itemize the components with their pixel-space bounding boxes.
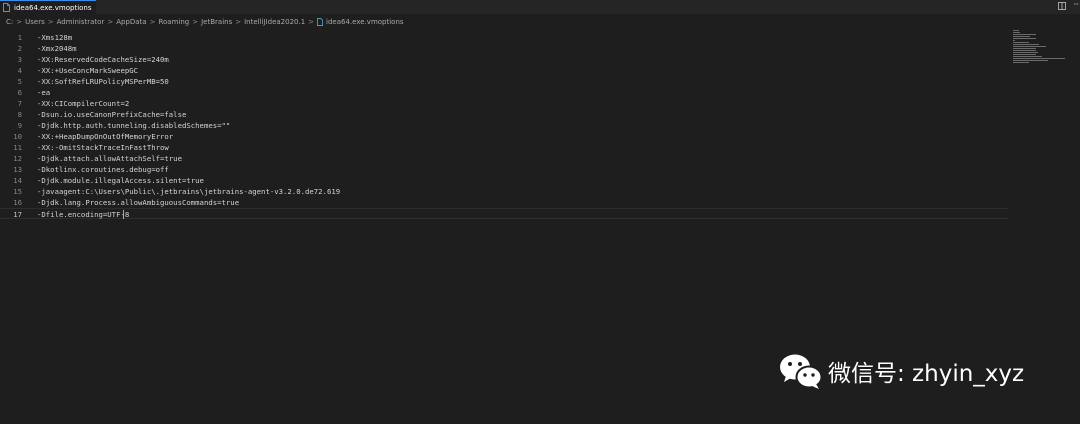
line-number: 11	[13, 143, 22, 152]
text-cursor	[123, 210, 124, 219]
line-text: -javaagent:C:\Users\Public\.jetbrains\je…	[37, 187, 341, 196]
line-text: -Xmx2048m	[37, 44, 77, 53]
breadcrumb-item[interactable]: Roaming	[158, 18, 189, 26]
split-editor-icon[interactable]	[1058, 2, 1066, 10]
minimap-line	[1013, 58, 1065, 59]
line-text: -Djdk.module.illegalAccess.silent=true	[37, 176, 204, 185]
code-line[interactable]: 12 -Djdk.attach.allowAttachSelf=true	[0, 153, 1008, 164]
minimap[interactable]	[1010, 28, 1070, 88]
file-icon	[3, 3, 10, 12]
code-line[interactable]: 6 -ea	[0, 87, 1008, 98]
breadcrumb-item[interactable]: Users	[25, 18, 45, 26]
line-number: 7	[17, 99, 22, 108]
line-text: -XX:ReservedCodeCacheSize=240m	[37, 55, 169, 64]
line-text: -ea	[37, 88, 51, 97]
code-line[interactable]: 3 -XX:ReservedCodeCacheSize=240m	[0, 54, 1008, 65]
watermark: 微信号: zhyin_xyz	[778, 351, 1024, 391]
minimap-line	[1013, 54, 1036, 55]
breadcrumb-separator: >	[192, 18, 199, 26]
breadcrumb-separator: >	[308, 18, 315, 26]
minimap-line	[1013, 44, 1039, 45]
line-number: 12	[13, 154, 22, 163]
code-line[interactable]: 7 -XX:CICompilerCount=2	[0, 98, 1008, 109]
line-text: -Djdk.http.auth.tunneling.disabledScheme…	[37, 121, 231, 130]
line-number: 1	[17, 33, 22, 42]
minimap-line	[1013, 46, 1046, 47]
file-icon	[317, 18, 323, 26]
line-number: 9	[17, 121, 22, 130]
line-number: 5	[17, 77, 22, 86]
minimap-line	[1013, 60, 1048, 61]
minimap-line	[1013, 36, 1031, 37]
code-line[interactable]: 13 -Dkotlinx.coroutines.debug=off	[0, 164, 1008, 175]
line-number: 4	[17, 66, 22, 75]
minimap-line	[1013, 62, 1029, 63]
code-line[interactable]: 2 -Xmx2048m	[0, 43, 1008, 54]
breadcrumb-separator: >	[47, 18, 54, 26]
breadcrumb-item[interactable]: AppData	[116, 18, 146, 26]
code-line[interactable]: 5 -XX:SoftRefLRUPolicyMSPerMB=50	[0, 76, 1008, 87]
minimap-line	[1013, 38, 1036, 39]
breadcrumb-item[interactable]: JetBrains	[201, 18, 232, 26]
breadcrumb-item-file[interactable]: idea64.exe.vmoptions	[326, 18, 404, 26]
line-text: -XX:-OmitStackTraceInFastThrow	[37, 143, 169, 152]
code-line[interactable]: 15 -javaagent:C:\Users\Public\.jetbrains\…	[0, 186, 1008, 197]
breadcrumb-item[interactable]: C:	[6, 18, 13, 26]
code-line[interactable]: 17 -Dfile.encoding=UTF-8	[0, 208, 1008, 219]
breadcrumb-separator: >	[16, 18, 23, 26]
line-text: -XX:CICompilerCount=2	[37, 99, 130, 108]
code-line[interactable]: 9 -Djdk.http.auth.tunneling.disabledSchem…	[0, 120, 1008, 131]
tab-label: idea64.exe.vmoptions	[14, 3, 92, 12]
code-line[interactable]: 16 -Djdk.lang.Process.allowAmbiguousComma…	[0, 197, 1008, 208]
tab-bar: idea64.exe.vmoptions ···	[0, 0, 1080, 14]
line-number: 6	[17, 88, 22, 97]
line-text: -XX:+UseConcMarkSweepGC	[37, 66, 139, 75]
line-number: 8	[17, 110, 22, 119]
code-line[interactable]: 11 -XX:-OmitStackTraceInFastThrow	[0, 142, 1008, 153]
minimap-line	[1013, 32, 1020, 33]
line-text: -Dfile.encoding=UTF-8	[37, 210, 130, 219]
line-number: 10	[13, 132, 22, 141]
minimap-line	[1013, 48, 1037, 49]
line-text: -XX:+HeapDumpOnOutOfMemoryError	[37, 132, 174, 141]
minimap-line	[1013, 30, 1019, 31]
editor-tab[interactable]: idea64.exe.vmoptions	[0, 0, 96, 14]
minimap-line	[1013, 42, 1029, 43]
breadcrumb-separator: >	[107, 18, 114, 26]
breadcrumb: C: > Users > Administrator > AppData > R…	[0, 15, 1080, 29]
minimap-line	[1013, 34, 1036, 35]
code-line[interactable]: 1 -Xms128m	[0, 32, 1008, 43]
watermark-text: 微信号: zhyin_xyz	[828, 361, 1025, 387]
line-text: -Dsun.io.useCanonPrefixCache=false	[37, 110, 187, 119]
more-actions-icon[interactable]: ···	[1073, 0, 1079, 9]
breadcrumb-item[interactable]: Administrator	[57, 18, 105, 26]
line-number: 13	[13, 165, 22, 174]
line-number: 14	[13, 176, 22, 185]
line-number: 15	[13, 187, 22, 196]
breadcrumb-item[interactable]: IntelliJIdea2020.1	[244, 18, 305, 26]
code-line[interactable]: 10 -XX:+HeapDumpOnOutOfMemoryError	[0, 131, 1008, 142]
line-number: 2	[17, 44, 22, 53]
line-text: -Dkotlinx.coroutines.debug=off	[37, 165, 169, 174]
minimap-line	[1013, 52, 1038, 53]
line-text: -Xms128m	[37, 33, 73, 42]
minimap-line	[1013, 40, 1016, 41]
breadcrumb-separator: >	[235, 18, 242, 26]
line-text: -Djdk.lang.Process.allowAmbiguousCommand…	[37, 198, 240, 207]
minimap-line	[1013, 50, 1036, 51]
line-number: 17	[13, 210, 22, 219]
minimap-line	[1013, 56, 1042, 57]
line-number: 3	[17, 55, 22, 64]
line-text: -Djdk.attach.allowAttachSelf=true	[37, 154, 182, 163]
code-line[interactable]: 8 -Dsun.io.useCanonPrefixCache=false	[0, 109, 1008, 120]
wechat-icon	[780, 354, 823, 389]
line-text: -XX:SoftRefLRUPolicyMSPerMB=50	[37, 77, 169, 86]
breadcrumb-separator: >	[149, 18, 156, 26]
code-line[interactable]: 4 -XX:+UseConcMarkSweepGC	[0, 65, 1008, 76]
line-number: 16	[13, 198, 22, 207]
code-line[interactable]: 14 -Djdk.module.illegalAccess.silent=true	[0, 175, 1008, 186]
